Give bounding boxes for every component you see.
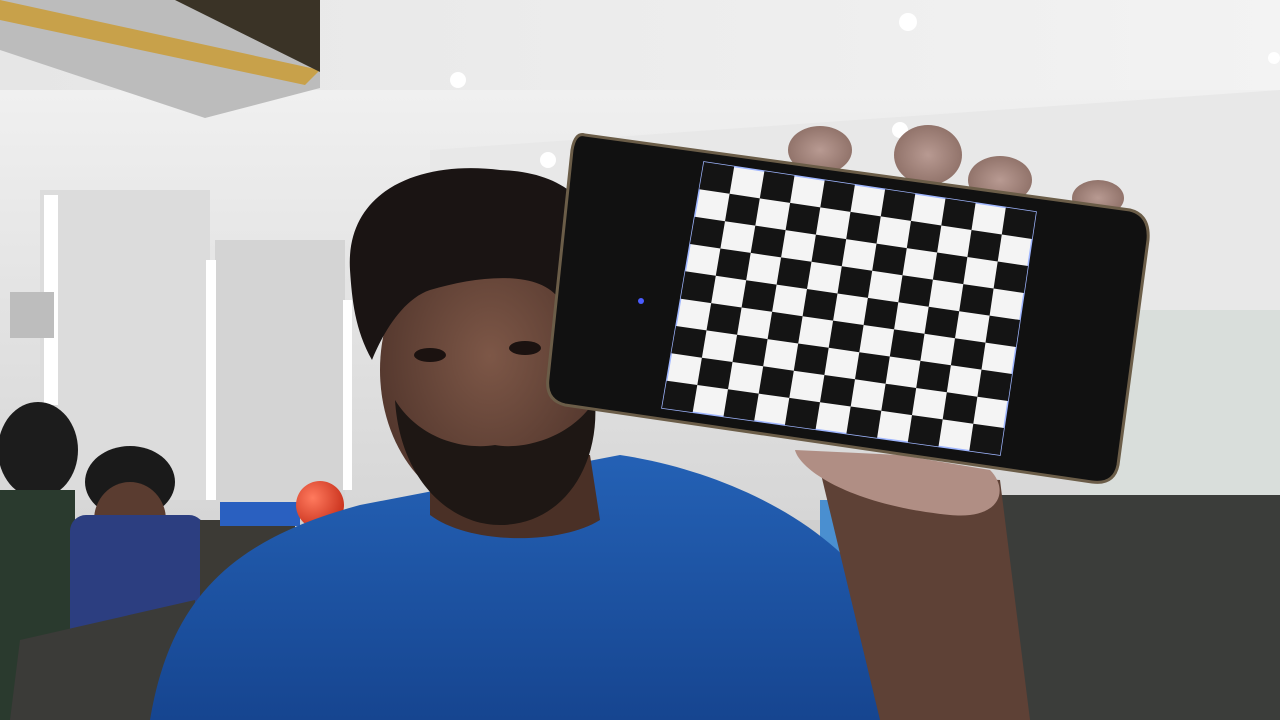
checker-square [906, 220, 942, 253]
checker-square [880, 189, 916, 221]
checker-square [898, 275, 933, 307]
checker-square [820, 375, 855, 407]
checker-square [969, 423, 1004, 455]
person-eye-left [414, 348, 446, 362]
checker-square [767, 311, 803, 344]
checker-square [916, 360, 951, 393]
checker-square [706, 303, 742, 335]
checker-square [932, 252, 968, 285]
photo-canvas [0, 0, 1280, 720]
checker-square [950, 338, 986, 370]
checker-square [907, 415, 943, 447]
window-light-strip-3 [343, 300, 352, 490]
chair-right [1000, 495, 1280, 720]
checker-square [802, 289, 838, 321]
checker-square [967, 230, 1002, 262]
checker-square [671, 326, 707, 358]
checker-square [750, 225, 786, 258]
checker-square [837, 266, 873, 298]
checkerboard [661, 161, 1037, 456]
checker-square [985, 315, 1020, 347]
window-light-strip-2 [206, 260, 216, 500]
checker-square [776, 257, 812, 289]
checker-square [846, 406, 882, 438]
window-blind-2 [215, 240, 345, 500]
checker-square [863, 297, 899, 330]
checker-square [977, 369, 1012, 401]
checker-square [941, 198, 976, 230]
person-eye-right [509, 341, 541, 355]
checker-square [942, 392, 978, 424]
checker-square [680, 271, 716, 304]
webcam-photo [0, 0, 1280, 720]
checker-square [811, 234, 847, 267]
checker-square [723, 389, 759, 421]
checker-square [732, 334, 768, 367]
checker-square [872, 243, 907, 276]
checker-square [793, 343, 829, 375]
checker-square [725, 193, 760, 226]
checker-square [690, 216, 725, 249]
checker-square [784, 397, 820, 430]
checker-square [924, 306, 960, 339]
checker-square [699, 162, 735, 194]
checker-square [881, 383, 917, 416]
ceiling-light-icon [450, 72, 466, 88]
checker-square [820, 180, 855, 212]
checker-square [758, 366, 794, 398]
ceiling-light-icon [899, 13, 917, 31]
blue-bag [220, 502, 300, 526]
checker-square [846, 211, 881, 244]
checker-square [715, 248, 751, 281]
checker-square [993, 261, 1028, 293]
checker-square [785, 202, 821, 235]
finger [894, 125, 962, 185]
checker-square [662, 380, 698, 413]
checker-square [959, 284, 994, 316]
checker-square [697, 357, 733, 390]
checker-square [889, 329, 925, 361]
ceiling-light-icon [540, 152, 556, 168]
wall-switch-box [10, 292, 54, 338]
background-person-head [0, 402, 78, 498]
checker-square [759, 171, 795, 203]
ceiling-light-icon [1268, 52, 1280, 64]
checker-square [1001, 207, 1036, 239]
checker-square [741, 280, 777, 312]
checker-square [828, 320, 864, 353]
checker-square [855, 352, 890, 384]
phone-dot-icon [638, 298, 644, 304]
